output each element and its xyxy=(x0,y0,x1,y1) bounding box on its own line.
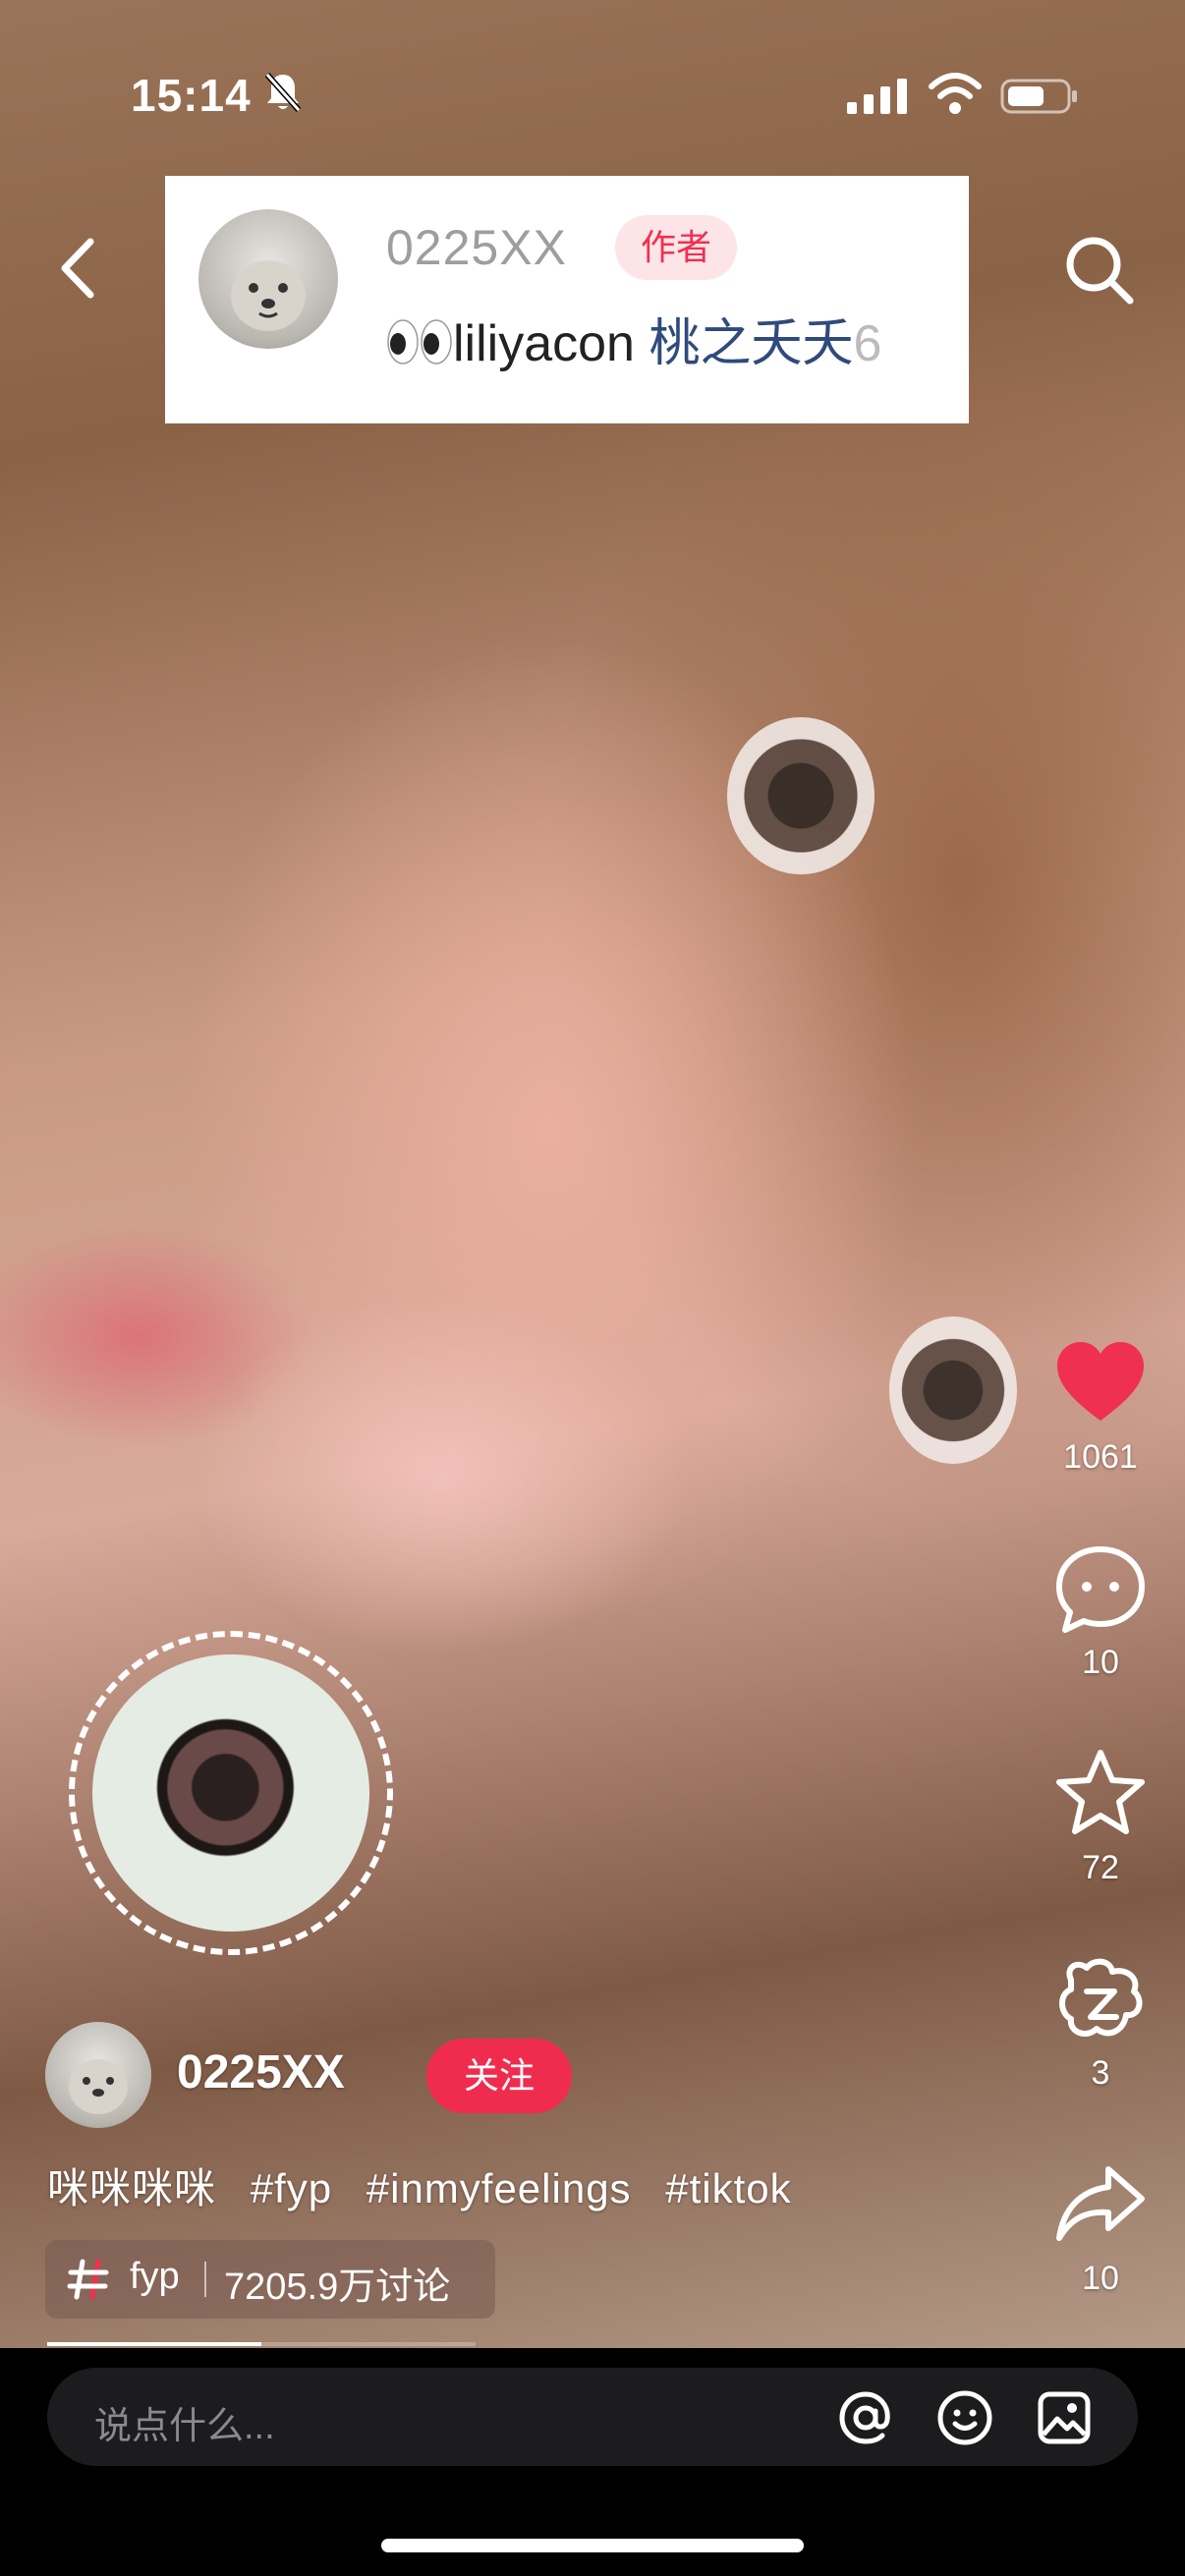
battery-icon xyxy=(1000,79,1077,114)
status-bar: 15:14 xyxy=(0,0,1185,187)
heart-icon[interactable] xyxy=(1051,1334,1150,1432)
share-count: 10 xyxy=(1082,2260,1119,2297)
duet-icon[interactable] xyxy=(1051,1950,1150,2048)
bottom-comment-bar: 说点什么... xyxy=(0,2348,1185,2576)
pinned-comment-card[interactable]: 0225XX 作者 liliyacon 桃之夭夭6 xyxy=(165,176,969,423)
comment-mention: liliyacon xyxy=(453,315,635,372)
author-badge: 作者 xyxy=(615,215,737,280)
like-action[interactable]: 1061 xyxy=(1042,1334,1159,1477)
emoji-icon[interactable] xyxy=(936,2389,993,2446)
playback-progress-bar[interactable] xyxy=(47,2342,476,2346)
playback-progress-fill xyxy=(47,2342,261,2346)
home-indicator xyxy=(381,2539,804,2552)
video-eye-upper xyxy=(727,717,875,874)
hashtag-link[interactable]: #inmyfeelings xyxy=(367,2165,632,2212)
wifi-icon xyxy=(929,73,982,114)
topic-discussion-count: 7205.9万讨论 xyxy=(224,2267,451,2308)
cellular-signal-icon xyxy=(847,79,907,114)
dog-avatar-icon xyxy=(69,2059,128,2114)
comment-tag[interactable]: 桃之夭夭 xyxy=(649,315,853,372)
author-name[interactable]: 0225XX xyxy=(177,2045,345,2100)
share-action[interactable]: 10 xyxy=(1042,2156,1159,2298)
favorite-count: 72 xyxy=(1082,1849,1119,1886)
comment-action[interactable]: 10 xyxy=(1042,1540,1159,1682)
back-chevron-icon[interactable] xyxy=(49,234,108,303)
favorite-action[interactable]: 72 xyxy=(1042,1745,1159,1887)
eyes-emoji-icon xyxy=(387,319,452,364)
mute-bell-icon xyxy=(264,73,302,112)
hashtag-link[interactable]: #tiktok xyxy=(665,2165,791,2212)
comment-author-avatar[interactable] xyxy=(198,209,338,349)
search-icon[interactable] xyxy=(1061,232,1136,307)
like-count: 1061 xyxy=(1063,1438,1138,1476)
hashtag-icon xyxy=(67,2259,109,2300)
video-eye-lower xyxy=(889,1316,1017,1464)
topic-name: fyp xyxy=(130,2256,180,2297)
topic-chip[interactable]: fyp 7205.9万讨论 xyxy=(45,2240,495,2319)
mention-icon[interactable] xyxy=(837,2389,894,2446)
status-time: 15:14 xyxy=(131,70,252,121)
star-icon[interactable] xyxy=(1051,1745,1150,1843)
caption-text: 咪咪咪咪 xyxy=(47,2165,217,2212)
follow-button[interactable]: 关注 xyxy=(426,2039,572,2113)
image-icon[interactable] xyxy=(1036,2389,1093,2446)
music-disc[interactable] xyxy=(69,1631,393,1955)
duet-count: 3 xyxy=(1091,2054,1110,2092)
comment-author-name[interactable]: 0225XX xyxy=(386,219,567,276)
video-caption: 咪咪咪咪 #fyp #inmyfeelings #tiktok xyxy=(47,2156,814,2215)
duet-action[interactable]: 3 xyxy=(1042,1950,1159,2093)
comment-input-placeholder: 说点什么... xyxy=(94,2406,275,2447)
author-avatar[interactable] xyxy=(45,2022,151,2128)
music-cover-image xyxy=(92,1654,369,1932)
comment-text: liliyacon 桃之夭夭6 xyxy=(386,302,956,375)
hashtag-link[interactable]: #fyp xyxy=(251,2165,332,2212)
comment-overflow-text: 6 xyxy=(853,315,882,372)
topic-divider xyxy=(204,2262,206,2297)
comment-icon[interactable] xyxy=(1051,1540,1150,1638)
comment-input[interactable]: 说点什么... xyxy=(47,2368,1138,2466)
dog-avatar-icon xyxy=(231,260,306,331)
share-icon[interactable] xyxy=(1051,2156,1150,2254)
comment-count: 10 xyxy=(1082,1644,1119,1681)
